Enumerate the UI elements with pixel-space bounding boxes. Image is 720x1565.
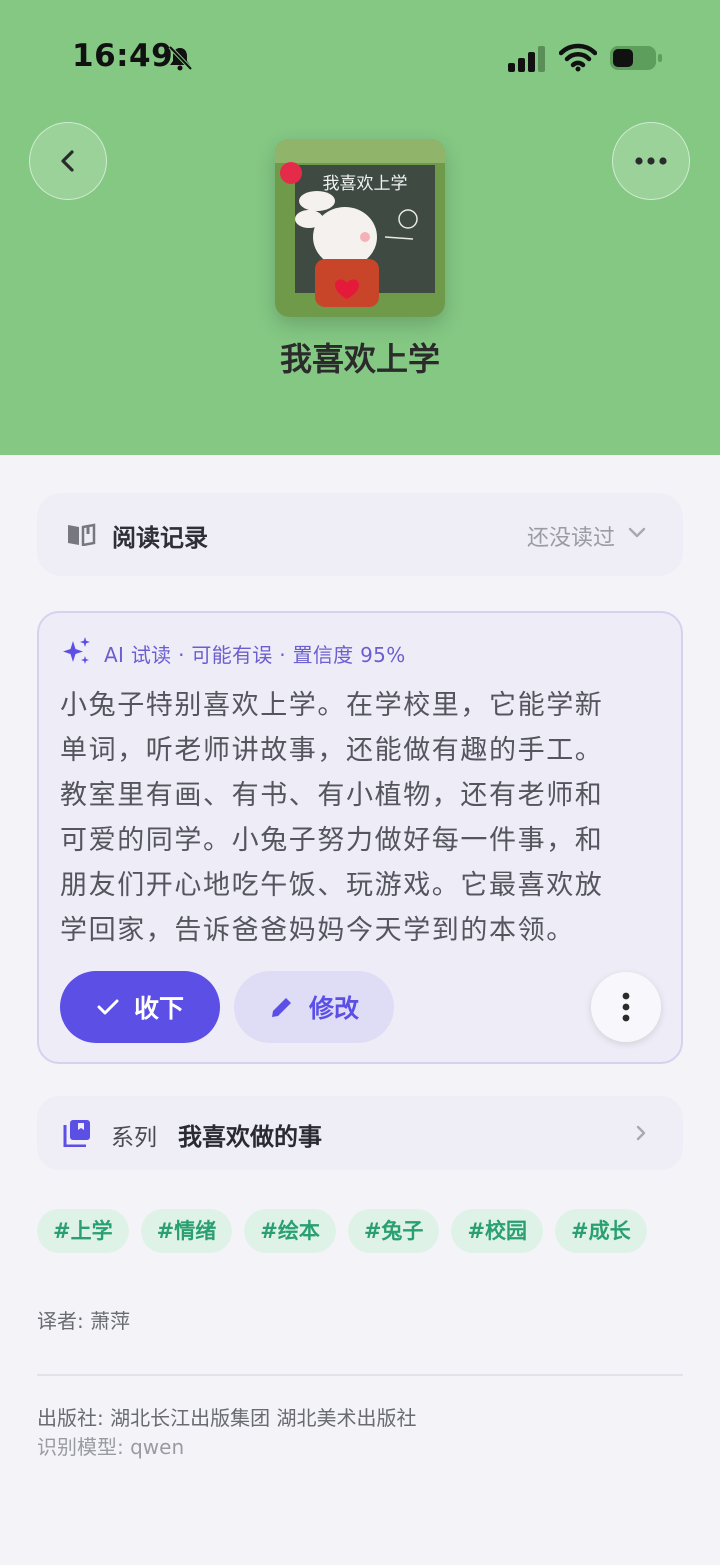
- chevron-down-icon: [628, 527, 646, 538]
- accept-button[interactable]: 收下: [60, 971, 220, 1043]
- tag-list: #上学 #情绪 #绘本 #兔子 #校园 #成长: [37, 1209, 647, 1253]
- edit-label: 修改: [308, 994, 359, 1023]
- ai-summary-line: 朋友们开心地吃午饭、玩游戏。它最喜欢放: [60, 870, 604, 901]
- reading-record-label: 阅读记录: [112, 524, 208, 552]
- ai-meta: AI 试读 · 可能有误 · 置信度 95%: [104, 643, 406, 667]
- series-row[interactable]: 系列 我喜欢做的事: [37, 1096, 683, 1170]
- edit-button[interactable]: 修改: [234, 971, 394, 1043]
- ai-summary-line: 学回家，告诉爸爸妈妈今天学到的本领。: [60, 915, 575, 946]
- book-cover[interactable]: 我喜欢上学: [275, 139, 445, 317]
- ai-summary-line: 小兔子特别喜欢上学。在学校里，它能学新: [60, 690, 604, 721]
- publisher-info: 出版社: 湖北长江出版集团 湖北美术出版社: [37, 1406, 417, 1430]
- chevron-right-icon: [636, 1125, 646, 1141]
- book-open-icon: [68, 523, 96, 546]
- sparkle-icon: [63, 637, 90, 664]
- model-info: 识别模型: qwen: [37, 1435, 185, 1459]
- ai-preview-card: AI 试读 · 可能有误 · 置信度 95% 小兔子特别喜欢上学。在学校里，它能…: [37, 611, 683, 1064]
- tag-chip[interactable]: #情绪: [140, 1209, 233, 1253]
- back-icon: [61, 150, 74, 172]
- ai-summary-line: 可爱的同学。小兔子努力做好每一件事，和: [60, 825, 604, 856]
- tag-chip[interactable]: #兔子: [347, 1209, 440, 1253]
- tag-chip[interactable]: #上学: [37, 1209, 129, 1253]
- back-button[interactable]: [29, 122, 107, 200]
- cover-title-text: 我喜欢上学: [323, 174, 408, 194]
- translator-info: 译者: 萧萍: [37, 1309, 131, 1333]
- accept-label: 收下: [133, 994, 184, 1023]
- more-actions-button[interactable]: [591, 972, 661, 1042]
- status-time: 16:49: [72, 38, 174, 74]
- tag-chip[interactable]: #绘本: [244, 1209, 336, 1253]
- series-name: 我喜欢做的事: [178, 1123, 322, 1151]
- signal-icon: [508, 46, 545, 72]
- reading-record-row[interactable]: 阅读记录 还没读过: [37, 493, 683, 576]
- ai-summary-line: 单词，听老师讲故事，还能做有趣的手工。: [60, 735, 604, 766]
- wifi-icon: [559, 43, 597, 72]
- more-button[interactable]: [612, 122, 690, 200]
- ai-summary-line: 教室里有画、有书、有小植物，还有老师和: [60, 780, 604, 811]
- pencil-icon: [271, 995, 294, 1017]
- divider: [37, 1374, 683, 1376]
- battery-icon: [610, 46, 662, 70]
- series-icon: [63, 1120, 90, 1147]
- check-icon: [97, 999, 119, 1015]
- tag-chip[interactable]: #成长: [555, 1209, 647, 1253]
- tag-chip[interactable]: #校园: [451, 1209, 544, 1253]
- series-label: 系列: [111, 1125, 157, 1151]
- bell-slash-icon: [168, 45, 193, 71]
- kebab-icon: [622, 992, 630, 1022]
- reading-status: 还没读过: [526, 526, 615, 551]
- ai-summary-text: 小兔子特别喜欢上学。在学校里，它能学新 单词，听老师讲故事，还能做有趣的手工。 …: [60, 683, 660, 953]
- more-icon: [635, 157, 667, 165]
- book-cover-art: 我喜欢上学: [275, 139, 445, 317]
- book-title: 我喜欢上学: [279, 340, 440, 378]
